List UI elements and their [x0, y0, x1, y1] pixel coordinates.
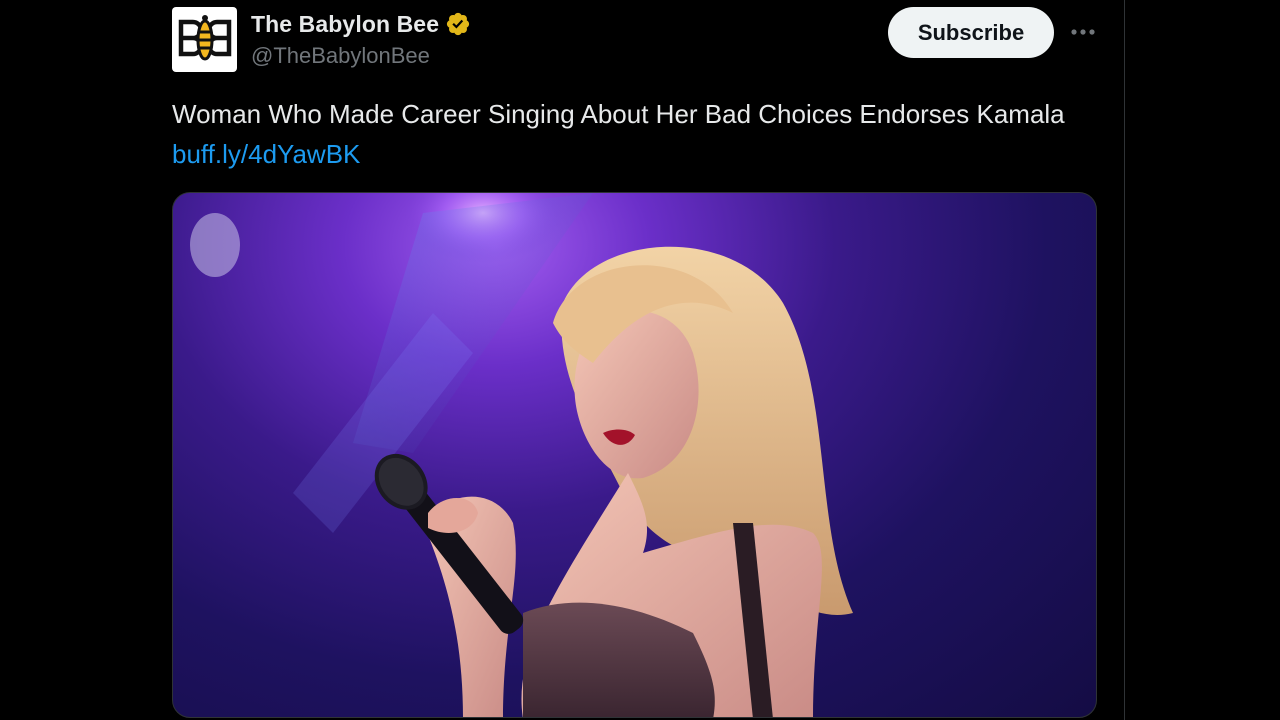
author-name-row[interactable]: The Babylon Bee	[251, 9, 471, 39]
tweet-link[interactable]: buff.ly/4dYawBK	[172, 139, 360, 169]
tweet-media-image[interactable]	[172, 192, 1097, 718]
page: The Babylon Bee @TheBabylonBee Subscribe…	[0, 0, 1280, 720]
verified-gold-badge-icon[interactable]	[445, 11, 471, 37]
author-display-name[interactable]: The Babylon Bee	[251, 11, 439, 38]
tweet-card: The Babylon Bee @TheBabylonBee Subscribe…	[0, 0, 1124, 720]
tweet-text: Woman Who Made Career Singing About Her …	[172, 94, 1072, 174]
more-options-icon[interactable]	[1066, 18, 1100, 46]
subscribe-button[interactable]: Subscribe	[888, 7, 1054, 58]
babylon-bee-logo-icon	[174, 9, 235, 70]
concert-photo	[190, 193, 853, 717]
column-divider	[1124, 0, 1125, 720]
tweet-text-body: Woman Who Made Career Singing About Her …	[172, 99, 1065, 129]
author-handle[interactable]: @TheBabylonBee	[251, 43, 430, 69]
avatar[interactable]	[172, 7, 237, 72]
